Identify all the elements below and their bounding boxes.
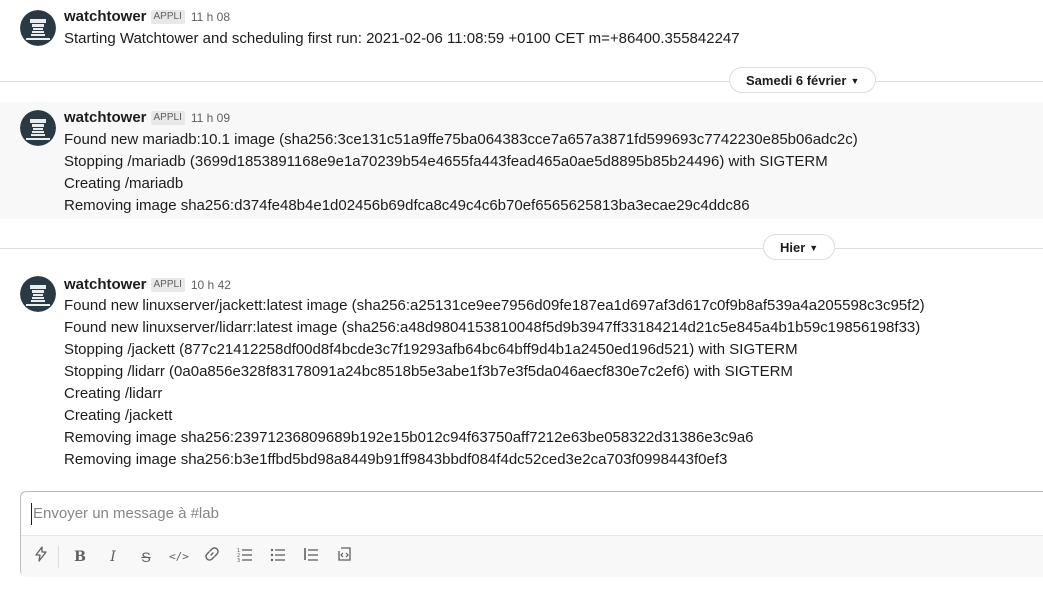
watchtower-logo-icon xyxy=(20,110,56,146)
date-divider-line xyxy=(0,248,1043,249)
chevron-down-icon: ▼ xyxy=(809,243,819,253)
sender-name[interactable]: watchtower xyxy=(64,8,147,25)
avatar[interactable] xyxy=(20,276,56,312)
message-line: Removing image sha256:b3e1ffbd5bd98a8449… xyxy=(64,451,728,468)
svg-text:3: 3 xyxy=(237,558,240,562)
date-divider-line xyxy=(0,81,1043,82)
message-line: Stopping /mariadb (3699d1853891168e9e1a7… xyxy=(64,153,828,170)
app-badge: APPLI xyxy=(150,111,185,125)
date-divider-label: Samedi 6 février xyxy=(746,73,847,88)
message-line: Creating /lidarr xyxy=(64,385,163,402)
message: watchtower APPLI 11 h 08 Starting Watchtow… xyxy=(0,0,1043,60)
blockquote-icon[interactable] xyxy=(300,546,322,568)
date-divider-label: Hier xyxy=(780,240,806,255)
message-input[interactable]: Envoyer un message à #lab xyxy=(31,503,219,525)
message-line: Found new linuxserver/lidarr:latest imag… xyxy=(64,319,921,336)
timestamp[interactable]: 11 h 09 xyxy=(191,111,230,125)
date-divider-button[interactable]: Samedi 6 février ▼ xyxy=(729,67,877,93)
avatar[interactable] xyxy=(20,110,56,146)
watchtower-logo-icon xyxy=(20,10,56,46)
bullet-list-icon[interactable] xyxy=(267,546,289,568)
message-line: Creating /mariadb xyxy=(64,175,184,192)
message-line: Stopping /lidarr (0a0a856e328f83178091a2… xyxy=(64,363,793,380)
message: watchtower APPLI 11 h 09 Found new mariadb… xyxy=(0,102,1043,219)
message-composer: Envoyer un message à #lab B I S </> 123 xyxy=(20,491,1043,577)
formatting-toolbar: B I S </> 123 xyxy=(21,535,1043,577)
watchtower-logo-icon xyxy=(20,276,56,312)
message-line: Found new mariadb:10.1 image (sha256:3ce… xyxy=(64,131,858,148)
date-divider-button[interactable]: Hier ▼ xyxy=(763,234,836,260)
message-line: Removing image sha256:23971236809689b192… xyxy=(64,429,754,446)
timestamp[interactable]: 10 h 42 xyxy=(191,278,231,292)
message-line: Stopping /jackett (877c21412258df00d8f4b… xyxy=(64,341,798,358)
app-badge: APPLI xyxy=(150,278,185,292)
message: watchtower APPLI 10 h 42 Found new linuxse… xyxy=(0,268,1043,478)
code-icon[interactable]: </> xyxy=(168,546,190,568)
toolbar-separator xyxy=(58,546,59,568)
message-line: Found new linuxserver/jackett:latest ima… xyxy=(64,297,925,314)
message-line: Starting Watchtower and scheduling first… xyxy=(64,30,740,47)
bold-icon[interactable]: B xyxy=(69,546,91,568)
sender-name[interactable]: watchtower xyxy=(64,109,147,126)
app-badge: APPLI xyxy=(150,10,185,24)
link-icon[interactable] xyxy=(201,546,223,568)
strikethrough-icon[interactable]: S xyxy=(135,546,157,568)
timestamp[interactable]: 11 h 08 xyxy=(191,10,230,24)
message-line: Removing image sha256:d374fe48b4e1d02456… xyxy=(64,197,750,214)
avatar[interactable] xyxy=(20,10,56,46)
italic-icon[interactable]: I xyxy=(102,546,124,568)
ordered-list-icon[interactable]: 123 xyxy=(234,546,256,568)
lightning-icon[interactable] xyxy=(30,546,52,568)
message-line: Creating /jackett xyxy=(64,407,173,424)
code-block-icon[interactable] xyxy=(333,546,355,568)
sender-name[interactable]: watchtower xyxy=(64,276,147,293)
chevron-down-icon: ▼ xyxy=(850,76,860,86)
